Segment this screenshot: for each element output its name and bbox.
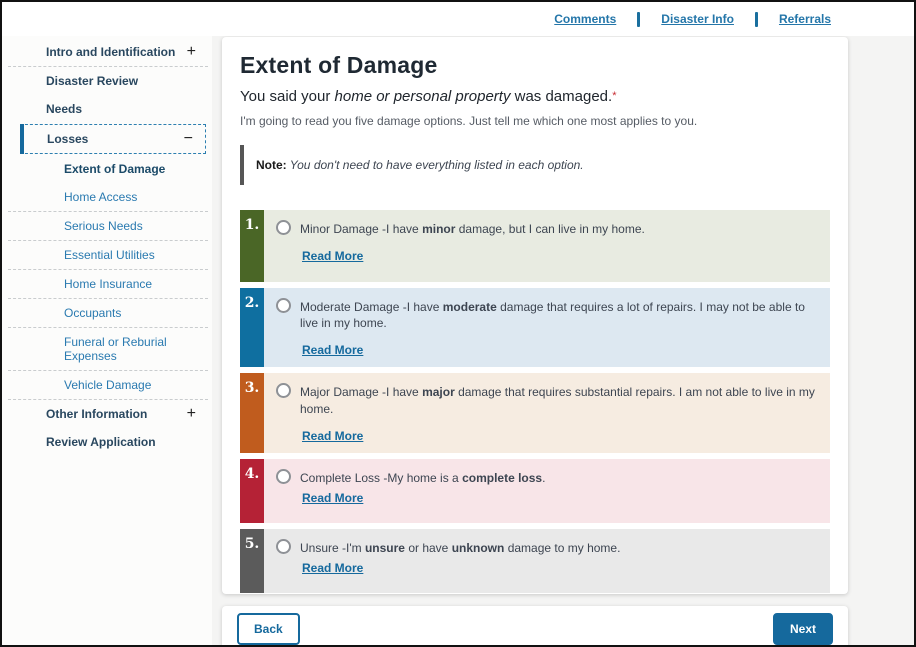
radio-button[interactable]: [276, 539, 291, 554]
option-label: Major Damage -I have major damage that r…: [300, 384, 818, 416]
radio-button[interactable]: [276, 469, 291, 484]
sidebar-subitem-serious-needs[interactable]: Serious Needs: [2, 212, 212, 240]
sidebar-item-disaster-review[interactable]: Disaster Review: [2, 67, 212, 95]
sidebar-item-needs[interactable]: Needs: [2, 95, 212, 123]
sidebar-item-label: Other Information: [46, 407, 147, 421]
read-more-link[interactable]: Read More: [302, 561, 363, 575]
sidebar-subitem-extent-of-damage[interactable]: Extent of Damage: [2, 155, 212, 183]
sidebar-subitem-funeral-or-reburial-expenses[interactable]: Funeral or Reburial Expenses: [2, 328, 212, 370]
option-body: Minor Damage -I have minor damage, but I…: [264, 210, 830, 282]
action-bar: Back Next: [222, 606, 848, 645]
next-button[interactable]: Next: [773, 613, 833, 645]
option-body: Complete Loss -My home is a complete los…: [264, 459, 830, 523]
sidebar-subitem-vehicle-damage[interactable]: Vehicle Damage: [2, 371, 212, 399]
collapse-minus-icon[interactable]: −: [184, 133, 193, 145]
option-label: Complete Loss -My home is a complete los…: [300, 470, 545, 486]
sidebar-item-losses[interactable]: Losses −: [20, 124, 206, 154]
sidebar-item-review-application[interactable]: Review Application: [2, 428, 212, 456]
option-body: Major Damage -I have major damage that r…: [264, 373, 830, 452]
radio-button[interactable]: [276, 298, 291, 313]
option-number: 2.: [240, 288, 264, 367]
disaster-info-link[interactable]: Disaster Info: [661, 12, 734, 26]
read-more-link[interactable]: Read More: [302, 491, 363, 505]
top-nav: Comments Disaster Info Referrals: [2, 2, 914, 36]
radio-button[interactable]: [276, 220, 291, 235]
sidebar-item-label: Disaster Review: [46, 74, 138, 88]
option-number: 1.: [240, 210, 264, 282]
option-label: Unsure -I'm unsure or have unknown damag…: [300, 540, 620, 556]
expand-plus-icon[interactable]: +: [187, 408, 196, 420]
content-area: Intro and Identification + Disaster Revi…: [2, 36, 914, 645]
read-more-link[interactable]: Read More: [302, 429, 363, 443]
referrals-link[interactable]: Referrals: [779, 12, 831, 26]
main-area: Extent of Damage You said your home or p…: [212, 36, 914, 645]
app-window: Comments Disaster Info Referrals Intro a…: [0, 0, 916, 647]
sidebar-nav: Intro and Identification + Disaster Revi…: [2, 36, 212, 645]
option-number: 3.: [240, 373, 264, 452]
back-button[interactable]: Back: [237, 613, 300, 645]
sidebar-item-label: Needs: [46, 102, 82, 116]
sidebar-item-label: Review Application: [46, 435, 156, 449]
read-more-link[interactable]: Read More: [302, 249, 363, 263]
option-label: Minor Damage -I have minor damage, but I…: [300, 221, 645, 237]
nav-separator: [755, 12, 758, 27]
option-number: 4.: [240, 459, 264, 523]
damage-option-unsure: 5. Unsure -I'm unsure or have unknown da…: [240, 529, 830, 593]
note-label: Note:: [256, 158, 287, 172]
emphasized-text: home or personal property: [335, 88, 511, 105]
sidebar-subitem-home-access[interactable]: Home Access: [2, 183, 212, 211]
sidebar-subitem-essential-utilities[interactable]: Essential Utilities: [2, 241, 212, 269]
expand-plus-icon[interactable]: +: [187, 46, 196, 58]
sidebar-item-label: Intro and Identification: [46, 45, 175, 59]
page-title: Extent of Damage: [240, 52, 830, 79]
sidebar-subitem-occupants[interactable]: Occupants: [2, 299, 212, 327]
damage-option-minor: 1. Minor Damage -I have minor damage, bu…: [240, 210, 830, 282]
required-asterisk: *: [612, 90, 616, 102]
option-label: Moderate Damage -I have moderate damage …: [300, 299, 818, 331]
option-body: Moderate Damage -I have moderate damage …: [264, 288, 830, 367]
note-callout: Note: You don't need to have everything …: [240, 145, 830, 185]
damage-option-complete-loss: 4. Complete Loss -My home is a complete …: [240, 459, 830, 523]
question-text: You said your home or personal property …: [240, 88, 830, 105]
instruction-text: I'm going to read you five damage option…: [240, 114, 830, 128]
extent-of-damage-panel: Extent of Damage You said your home or p…: [222, 37, 848, 594]
damage-option-major: 3. Major Damage -I have major damage tha…: [240, 373, 830, 452]
read-more-link[interactable]: Read More: [302, 343, 363, 357]
damage-option-moderate: 2. Moderate Damage -I have moderate dama…: [240, 288, 830, 367]
sidebar-item-intro-and-identification[interactable]: Intro and Identification +: [2, 38, 212, 66]
sidebar-item-label: Losses: [47, 132, 88, 146]
option-number: 5.: [240, 529, 264, 593]
sidebar-subitem-home-insurance[interactable]: Home Insurance: [2, 270, 212, 298]
radio-button[interactable]: [276, 383, 291, 398]
comments-link[interactable]: Comments: [554, 12, 616, 26]
note-text: You don't need to have everything listed…: [287, 158, 584, 172]
option-body: Unsure -I'm unsure or have unknown damag…: [264, 529, 830, 593]
sidebar-item-other-information[interactable]: Other Information +: [2, 400, 212, 428]
nav-separator: [637, 12, 640, 27]
